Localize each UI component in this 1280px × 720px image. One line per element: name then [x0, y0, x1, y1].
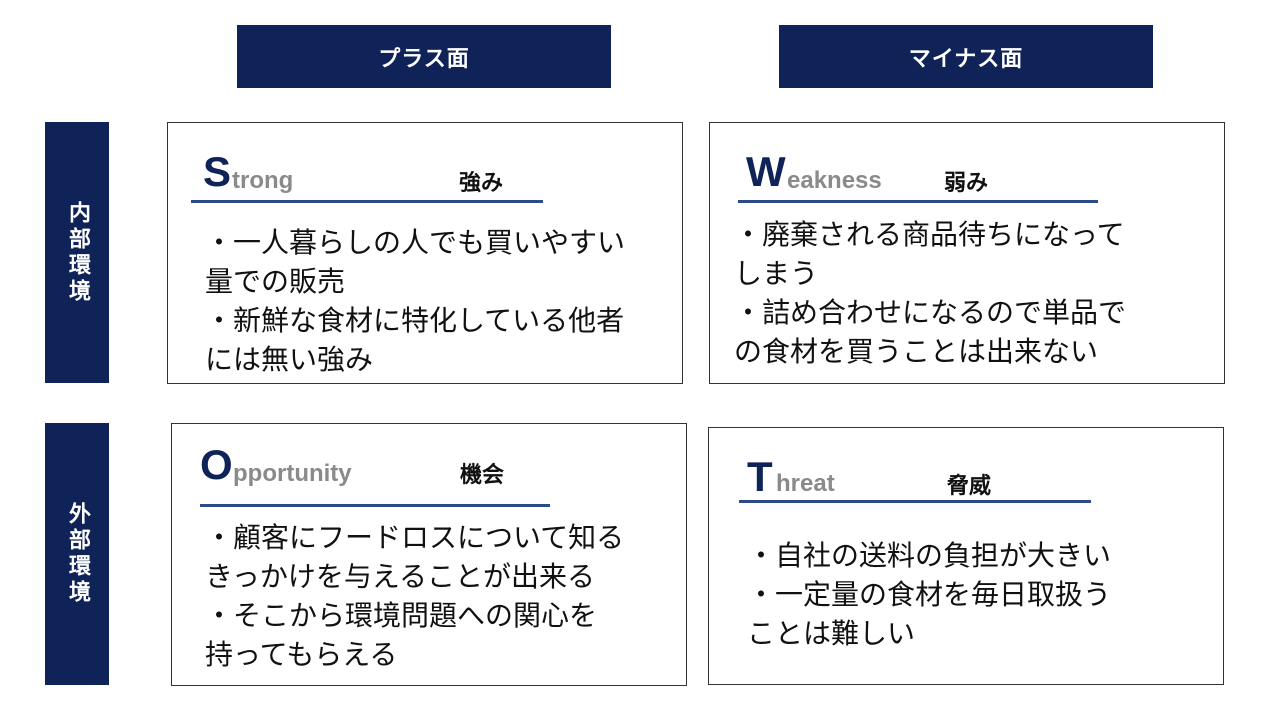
weakness-initial: W [746, 148, 786, 195]
row-header-external: 外部環境 [45, 423, 109, 685]
column-header-plus: プラス面 [237, 25, 611, 88]
strength-underline [191, 200, 543, 203]
weakness-word: eakness [787, 167, 882, 194]
opportunity-word: pportunity [233, 460, 352, 487]
column-header-minus-label: マイナス面 [908, 46, 1024, 72]
threat-underline [739, 500, 1091, 503]
threat-jp-label: 脅威 [947, 474, 992, 499]
strength-word: trong [232, 167, 294, 194]
strength-body: ・一人暮らしの人でも買いやすい 量での販売 ・新鮮な食材に特化している他者 には… [205, 226, 626, 376]
column-header-minus: マイナス面 [779, 25, 1153, 88]
threat-body: ・自社の送料の負担が大きい ・一定量の食材を毎日取扱う ことは難しい [747, 539, 1112, 650]
row-header-internal: 内部環境 [45, 122, 109, 383]
threat-word: hreat [776, 470, 835, 497]
strength-jp-label: 強み [459, 171, 504, 196]
column-header-plus-label: プラス面 [378, 46, 470, 72]
quadrant-weakness: W eakness 弱み ・廃棄される商品待ちになって しまう ・詰め合わせにな… [709, 122, 1225, 384]
quadrant-threat: T hreat 脅威 ・自社の送料の負担が大きい ・一定量の食材を毎日取扱う こ… [708, 427, 1224, 685]
weakness-underline [738, 200, 1098, 203]
quadrant-opportunity: O pportunity 機会 ・顧客にフードロスについて知る きっかけを与える… [171, 423, 687, 686]
weakness-jp-label: 弱み [944, 171, 989, 196]
opportunity-body: ・顧客にフードロスについて知る きっかけを与えることが出来る ・そこから環境問題… [205, 521, 625, 671]
threat-initial: T [747, 453, 773, 500]
opportunity-jp-label: 機会 [460, 463, 505, 488]
strength-initial: S [203, 148, 232, 195]
weakness-body: ・廃棄される商品待ちになって しまう ・詰め合わせになるので単品で の食材を買う… [734, 218, 1127, 368]
row-header-internal-label: 内部環境 [65, 200, 90, 305]
quadrant-strength: S trong 強み ・一人暮らしの人でも買いやすい 量での販売 ・新鮮な食材に… [167, 122, 683, 384]
opportunity-initial: O [200, 441, 233, 488]
opportunity-underline [200, 504, 550, 507]
row-header-external-label: 外部環境 [65, 502, 90, 606]
